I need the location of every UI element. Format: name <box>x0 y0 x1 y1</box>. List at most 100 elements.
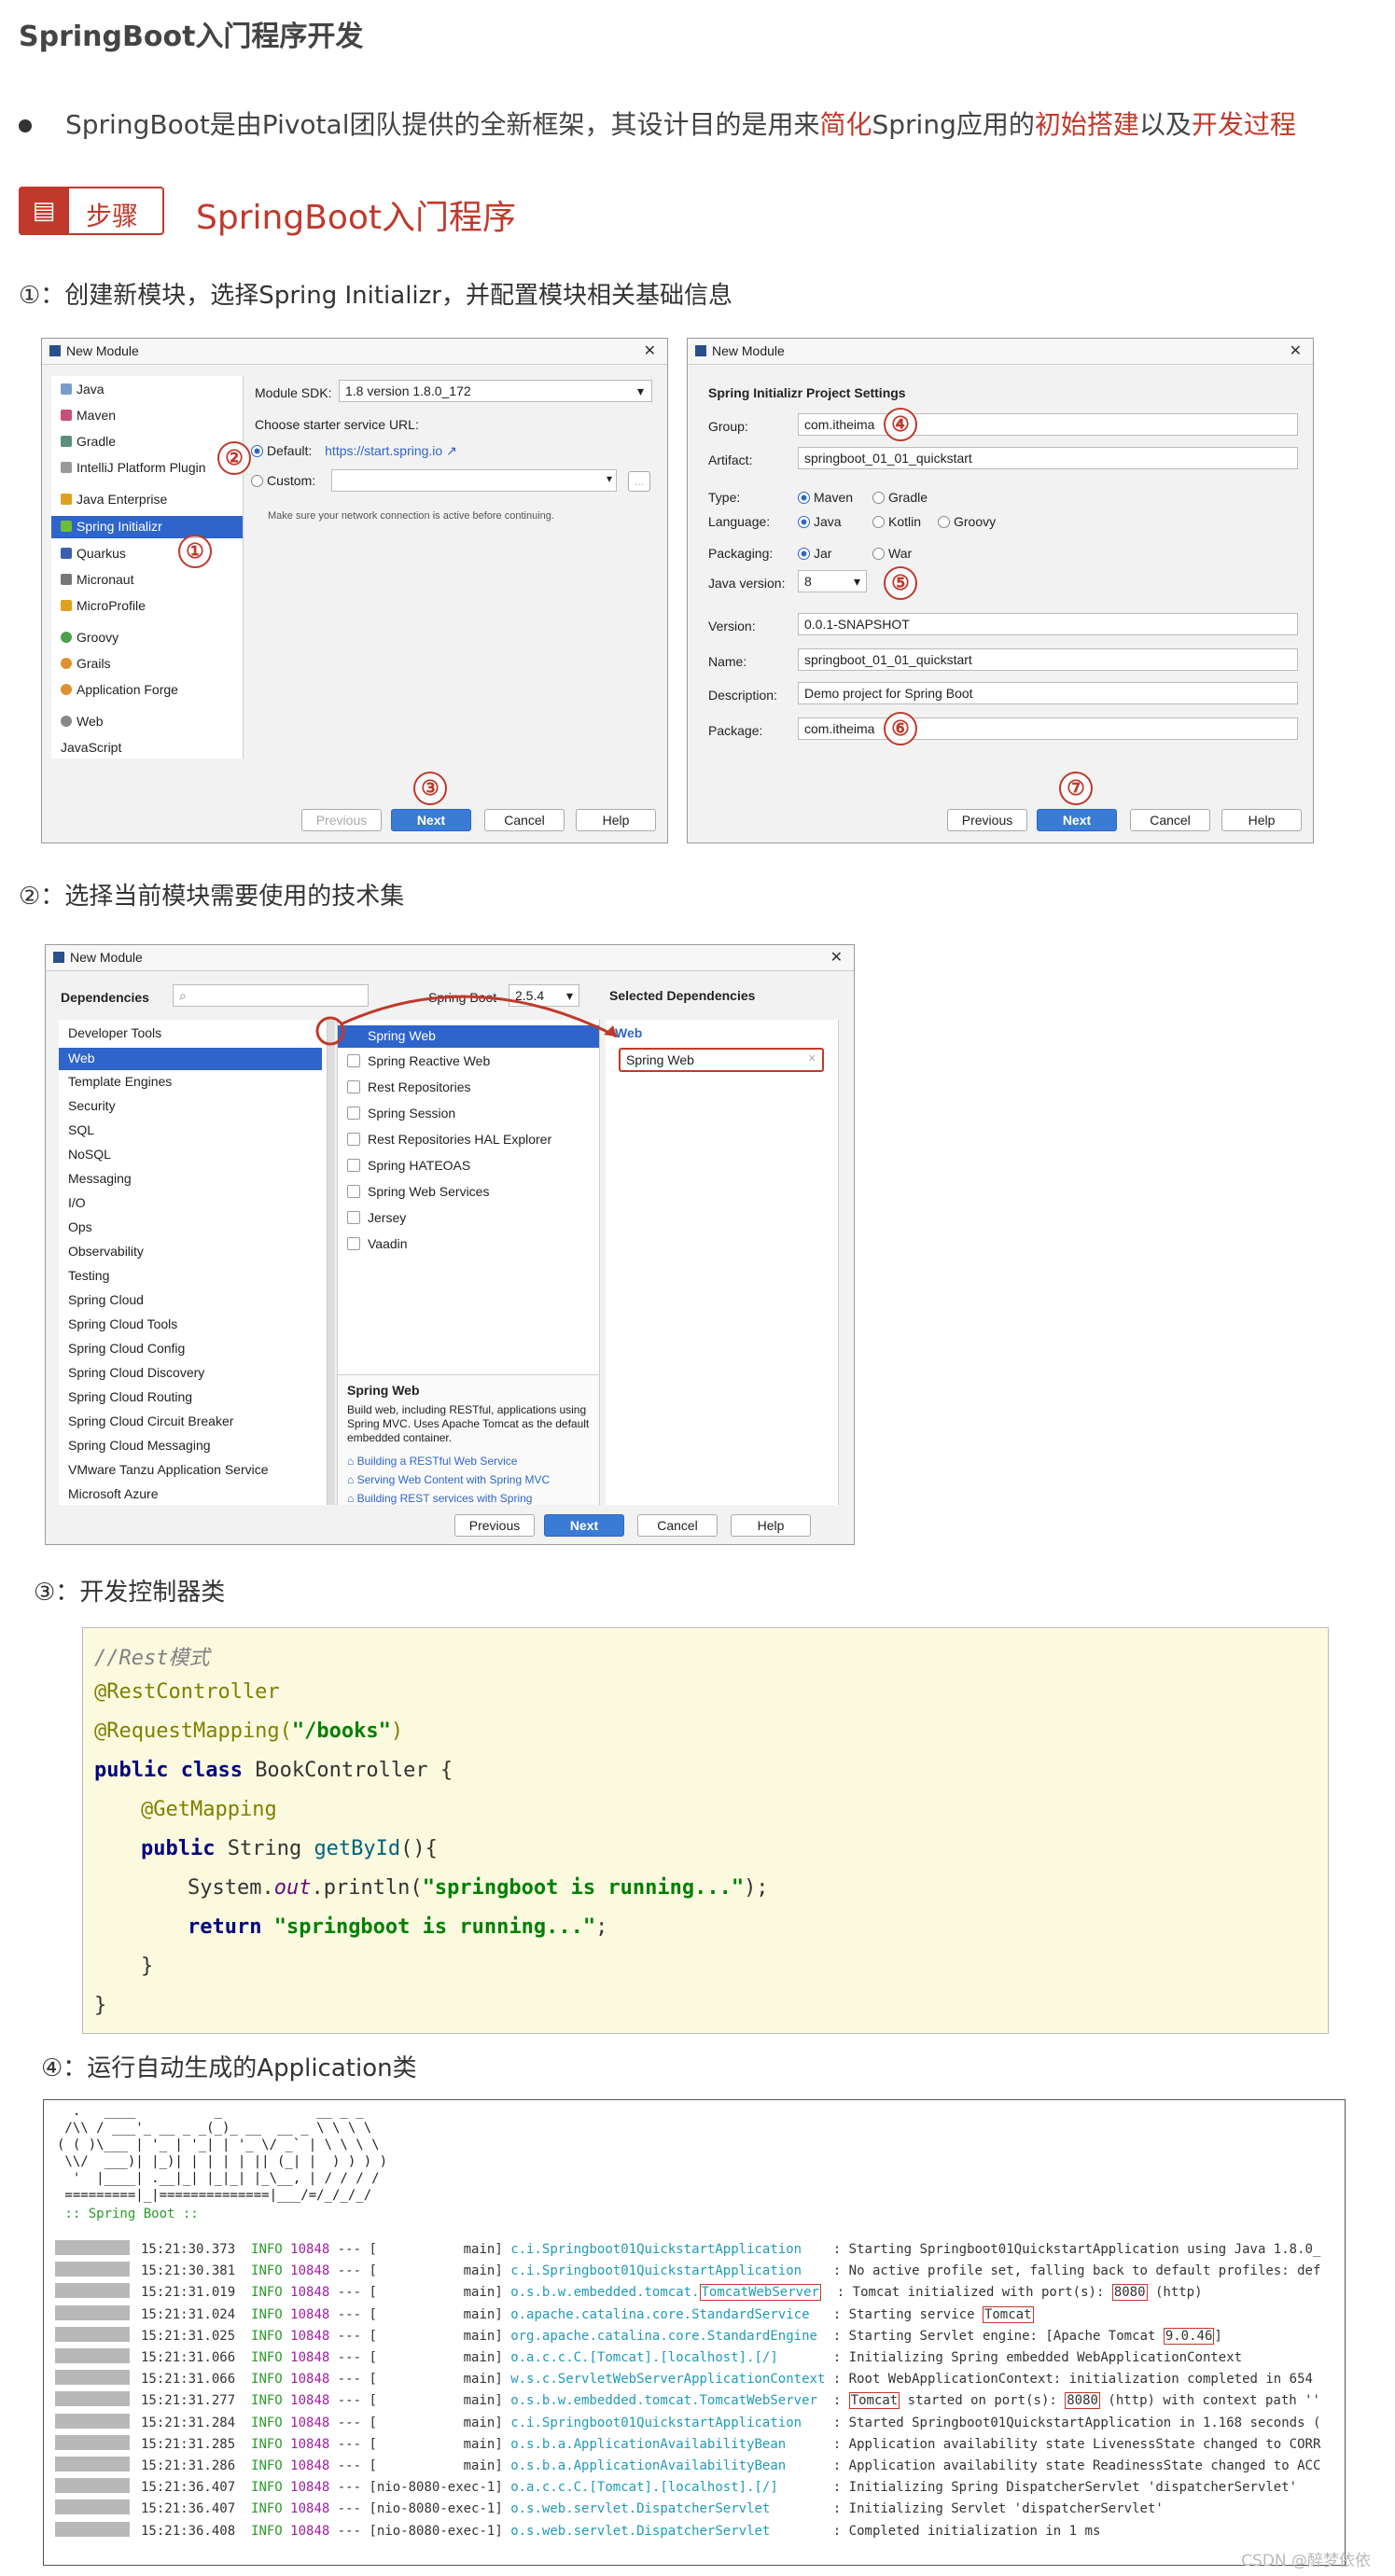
default-url-link[interactable]: https://start.spring.io ↗ <box>325 443 457 458</box>
type-gradle-option[interactable]: Gradle <box>872 490 928 505</box>
log-time: 15:21:31.277 <box>141 2393 252 2409</box>
lang-groovy-option[interactable]: Groovy <box>938 514 996 529</box>
intro-bullet: SpringBoot是由Pivotal团队提供的全新框架，其设计目的是用来简化S… <box>19 104 1296 142</box>
java-version-select[interactable]: 8 ▾ <box>798 570 867 592</box>
enterprise-icon <box>61 494 72 505</box>
type-quarkus[interactable]: Quarkus <box>61 546 126 561</box>
pack-jar-option[interactable]: Jar <box>798 546 831 561</box>
type-application-forge[interactable]: Application Forge <box>61 682 178 697</box>
default-url-option[interactable]: Default: https://start.spring.io ↗ <box>251 443 457 459</box>
log-thread: --- [ main] <box>329 2306 511 2322</box>
intro-text: SpringBoot是由Pivotal团队提供的全新框架，其设计目的是用来 <box>65 109 820 140</box>
log-time: 15:21:31.019 <box>141 2285 252 2301</box>
type-groovy[interactable]: Groovy <box>61 630 119 645</box>
log-pid: 10848 <box>290 2242 330 2257</box>
log-pid: 10848 <box>290 2501 330 2517</box>
code-line: System.out.println("springboot is runnin… <box>188 1876 769 1900</box>
package-label: Package: <box>708 723 763 738</box>
log-pad <box>770 2501 832 2516</box>
log-pad <box>770 2524 832 2539</box>
artifact-input[interactable]: springboot_01_01_quickstart <box>798 447 1298 469</box>
cancel-button[interactable]: Cancel <box>637 1514 718 1537</box>
type-maven-option[interactable]: Maven <box>798 490 853 505</box>
redacted-date <box>55 2304 130 2320</box>
watermark: CSDN @醉梦依依 <box>1241 2552 1371 2570</box>
log-message-tail: ] <box>1214 2328 1222 2344</box>
log-highlight: 9.0.46 <box>1163 2327 1215 2345</box>
micronaut-icon <box>61 574 72 585</box>
type-java-enterprise[interactable]: Java Enterprise <box>61 492 167 507</box>
type-maven[interactable]: Maven <box>61 408 116 423</box>
log-thread: --- [ main] <box>329 2328 511 2344</box>
marker-3: ③ <box>413 772 447 805</box>
log-pid: 10848 <box>290 2523 330 2539</box>
log-pad <box>817 2329 833 2344</box>
type-web[interactable]: Web <box>61 714 104 729</box>
type-java[interactable]: Java <box>61 382 105 397</box>
dialog-titlebar: New Module ✕ <box>42 339 667 365</box>
log-pid: 10848 <box>290 2415 330 2430</box>
log-pad <box>821 2285 837 2300</box>
bullet-icon <box>19 119 32 132</box>
marker-5: ⑤ <box>884 566 917 600</box>
log-message: : Starting Springboot01QuickstartApplica… <box>832 2242 1321 2257</box>
log-thread: --- [ main] <box>329 2436 511 2452</box>
next-button[interactable]: Next <box>391 809 471 831</box>
custom-url-option[interactable]: Custom: <box>251 473 315 488</box>
custom-url-input[interactable]: ▾ <box>331 469 617 492</box>
lang-java-option[interactable]: Java <box>798 514 842 529</box>
type-gradle[interactable]: Gradle <box>61 434 116 449</box>
log-class: o.apache.catalina.core.StandardService <box>510 2306 810 2322</box>
log-thread: --- [ main] <box>329 2415 511 2430</box>
description-input[interactable]: Demo project for Spring Boot <box>798 682 1298 704</box>
type-intellij-plugin[interactable]: IntelliJ Platform Plugin <box>61 460 206 475</box>
next-button[interactable]: Next <box>1037 809 1117 831</box>
redacted-date <box>55 2391 130 2407</box>
intro-em-dev: 开发过程 <box>1191 109 1296 140</box>
version-input[interactable]: 0.0.1-SNAPSHOT <box>798 613 1298 635</box>
lang-kotlin-option[interactable]: Kotlin <box>872 514 921 529</box>
log-highlight: 8080 <box>1111 2284 1148 2302</box>
package-input[interactable]: com.itheima <box>798 717 1298 740</box>
console-output: . ____ _ __ _ _ /\\ / ___'_ __ _ _(_)_ _… <box>43 2099 1346 2566</box>
previous-button[interactable]: Previous <box>947 809 1027 831</box>
pack-war-option[interactable]: War <box>872 546 912 561</box>
help-button[interactable]: Help <box>1221 809 1302 831</box>
redacted-date <box>55 2499 130 2515</box>
log-pad <box>817 2393 833 2408</box>
page-title: SpringBoot入门程序开发 <box>19 21 364 53</box>
marker-2: ② <box>217 441 251 475</box>
type-micronaut[interactable]: Micronaut <box>61 572 133 587</box>
cancel-button[interactable]: Cancel <box>1130 809 1210 831</box>
help-button[interactable]: Help <box>576 809 656 831</box>
previous-button[interactable]: Previous <box>301 809 382 831</box>
browse-button[interactable]: … <box>628 471 650 492</box>
type-grails[interactable]: Grails <box>61 656 111 671</box>
redacted-date <box>55 2478 130 2494</box>
cancel-button[interactable]: Cancel <box>484 809 565 831</box>
log-line: 15:21:30.381 INFO 10848 --- [ main] c.i.… <box>55 2262 1320 2278</box>
log-pid: 10848 <box>290 2436 330 2452</box>
radio-selected-icon <box>251 445 263 457</box>
log-line: 15:21:36.407 INFO 10848 --- [nio-8080-ex… <box>55 2499 1164 2516</box>
type-javascript[interactable]: JavaScript <box>61 740 121 755</box>
log-line: 15:21:31.066 INFO 10848 --- [ main] o.a.… <box>55 2348 1242 2365</box>
redacted-date <box>55 2283 130 2299</box>
previous-button[interactable]: Previous <box>454 1514 535 1537</box>
description-label: Description: <box>708 688 777 703</box>
marker-1: ① <box>178 535 212 568</box>
sdk-select[interactable]: 1.8 version 1.8.0_172 ▾ <box>339 380 652 402</box>
name-input[interactable]: springboot_01_01_quickstart <box>798 648 1298 671</box>
type-spring-initializr[interactable]: Spring Initializr <box>51 516 243 538</box>
help-button[interactable]: Help <box>731 1514 811 1537</box>
log-pad <box>802 2263 833 2278</box>
log-pid: 10848 <box>290 2458 330 2473</box>
group-input[interactable]: com.itheima <box>798 413 1298 436</box>
type-microprofile[interactable]: MicroProfile <box>61 598 146 613</box>
close-icon[interactable]: ✕ <box>1290 341 1302 360</box>
code-line: public String getById(){ <box>141 1837 438 1860</box>
close-icon[interactable]: ✕ <box>644 341 656 360</box>
next-button[interactable]: Next <box>544 1514 624 1537</box>
log-message: : Tomcat initialized with port(s): <box>836 2285 1112 2301</box>
log-class: o.s.web.servlet.DispatcherServlet <box>510 2523 771 2539</box>
